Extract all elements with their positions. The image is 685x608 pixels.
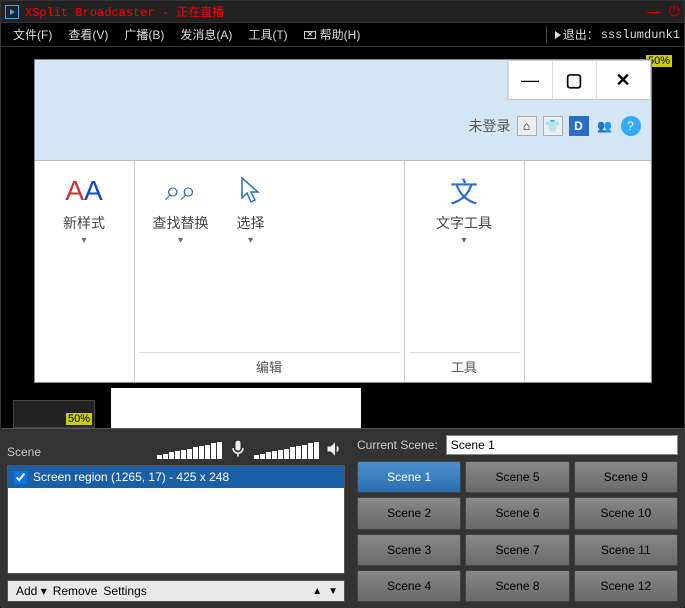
move-down-button[interactable]: ▼ xyxy=(328,586,338,597)
captured-close-button[interactable]: ✕ xyxy=(596,61,650,99)
current-scene-label: Current Scene: xyxy=(357,438,438,452)
ribbon-select-button[interactable]: 选择 ▾ xyxy=(223,167,279,352)
user-icon[interactable]: 👥 xyxy=(595,116,615,136)
captured-max-button[interactable]: ▢ xyxy=(552,61,596,99)
exit-user: ssslumdunk1 xyxy=(601,28,680,42)
move-up-button[interactable]: ▲ xyxy=(312,586,322,597)
chevron-down-icon: ▾ xyxy=(461,235,466,246)
add-source-button[interactable]: Add ▾ xyxy=(14,582,49,600)
scene-button-12[interactable]: Scene 12 xyxy=(574,570,678,602)
ribbon-group-edit: 编辑 xyxy=(139,352,400,380)
close-button[interactable]: ⏻ xyxy=(669,3,680,20)
captured-titlebar: — ▢ ✕ xyxy=(507,60,651,100)
scene-button-4[interactable]: Scene 4 xyxy=(357,570,461,602)
captured-toolbar: 未登录 ⌂ 👕 D 👥 ? xyxy=(469,116,641,136)
ribbon-text-button[interactable]: 文 文字工具 ▾ xyxy=(409,167,520,352)
home-icon[interactable]: ⌂ xyxy=(517,116,537,136)
scene-button-5[interactable]: Scene 5 xyxy=(465,461,569,493)
source-item[interactable]: Screen region (1265, 17) - 425 x 248 xyxy=(8,466,344,488)
scene-button-8[interactable]: Scene 8 xyxy=(465,570,569,602)
scene-grid: Scene 1Scene 5Scene 9Scene 2Scene 6Scene… xyxy=(357,461,678,602)
chevron-down-icon: ▾ xyxy=(81,235,86,246)
scene-button-1[interactable]: Scene 1 xyxy=(357,461,461,493)
scenes-panel: Current Scene: Scene 1Scene 5Scene 9Scen… xyxy=(351,429,684,608)
sources-list[interactable]: Screen region (1265, 17) - 425 x 248 xyxy=(7,465,345,574)
exit-label: 退出： xyxy=(563,26,599,43)
mail-icon xyxy=(304,31,316,39)
source-settings-button[interactable]: Settings xyxy=(101,582,148,600)
speaker-icon[interactable] xyxy=(325,439,345,459)
window-title: XSplit Broadcaster - 正在直播 xyxy=(25,3,647,20)
menu-help-label: 帮助(H) xyxy=(320,26,361,43)
scene-button-6[interactable]: Scene 6 xyxy=(465,497,569,529)
thumbnail-strip: 50% xyxy=(13,400,95,428)
login-status[interactable]: 未登录 xyxy=(469,116,511,136)
scene-button-7[interactable]: Scene 7 xyxy=(465,534,569,566)
mic-meter[interactable] xyxy=(157,442,222,459)
menu-publish[interactable]: 发消息(A) xyxy=(172,24,240,45)
help-icon[interactable]: ? xyxy=(621,116,641,136)
ribbon-style-button[interactable]: AA 新样式 ▾ xyxy=(39,167,130,250)
speaker-meter[interactable] xyxy=(254,442,319,459)
sources-panel: Scene Screen region (1265, 17) - 425 x 2… xyxy=(1,429,351,608)
menubar: 文件(F) 查看(V) 广播(B) 发消息(A) 工具(T) 帮助(H) 退出：… xyxy=(1,23,684,47)
thumb-zoom: 50% xyxy=(66,413,92,425)
titlebar: XSplit Broadcaster - 正在直播 — ⏻ xyxy=(1,1,684,23)
source-actions: Add ▾ Remove Settings ▲ ▼ xyxy=(7,580,345,602)
controls-panel: Scene Screen region (1265, 17) - 425 x 2… xyxy=(1,428,684,608)
scene-button-3[interactable]: Scene 3 xyxy=(357,534,461,566)
app-icon xyxy=(5,5,19,19)
text-tool-icon: 文 xyxy=(450,171,478,211)
exit-arrow-icon xyxy=(555,31,561,39)
source-checkbox[interactable] xyxy=(14,471,27,484)
scene-button-10[interactable]: Scene 10 xyxy=(574,497,678,529)
ribbon-text-label: 文字工具 xyxy=(436,213,492,233)
audio-controls: Scene xyxy=(7,435,345,459)
menu-view[interactable]: 查看(V) xyxy=(60,24,116,45)
mic-icon[interactable] xyxy=(228,439,248,459)
ribbon-select-label: 选择 xyxy=(237,213,265,233)
preview-area[interactable]: 50% — ▢ ✕ 未登录 ⌂ 👕 D 👥 ? AA 新样式 ▾ xyxy=(1,47,684,428)
d-badge-icon[interactable]: D xyxy=(569,116,589,136)
captured-window[interactable]: — ▢ ✕ 未登录 ⌂ 👕 D 👥 ? AA 新样式 ▾ xyxy=(34,59,652,383)
ribbon-find-label: 查找替换 xyxy=(153,213,209,233)
remove-source-button[interactable]: Remove xyxy=(51,582,100,600)
menu-file[interactable]: 文件(F) xyxy=(5,24,60,45)
preview-thumbnail[interactable]: 50% xyxy=(13,400,95,428)
blank-region[interactable] xyxy=(111,388,361,428)
scene-button-9[interactable]: Scene 9 xyxy=(574,461,678,493)
ribbon-find-button[interactable]: ⌕⌕ 查找替换 ▾ xyxy=(139,167,223,352)
menu-tools[interactable]: 工具(T) xyxy=(240,24,295,45)
current-scene-input[interactable] xyxy=(446,435,678,455)
menu-broadcast[interactable]: 广播(B) xyxy=(116,24,172,45)
menu-help[interactable]: 帮助(H) xyxy=(296,24,369,45)
style-icon: AA xyxy=(65,171,102,211)
cursor-icon xyxy=(238,171,264,211)
shirt-icon[interactable]: 👕 xyxy=(543,116,563,136)
ribbon-group-tools: 工具 xyxy=(409,352,520,380)
chevron-down-icon: ▾ xyxy=(178,235,183,246)
scene-button-2[interactable]: Scene 2 xyxy=(357,497,461,529)
ribbon-style-label: 新样式 xyxy=(63,213,105,233)
scene-section-label: Scene xyxy=(7,445,41,459)
menu-exit[interactable]: 退出： ssslumdunk1 xyxy=(546,26,680,43)
captured-ribbon: AA 新样式 ▾ ⌕⌕ 查找替换 ▾ 选择 xyxy=(35,160,651,382)
chevron-down-icon: ▾ xyxy=(248,235,253,246)
binoculars-icon: ⌕⌕ xyxy=(165,171,196,211)
captured-min-button[interactable]: — xyxy=(508,61,552,99)
scene-button-11[interactable]: Scene 11 xyxy=(574,534,678,566)
source-label: Screen region (1265, 17) - 425 x 248 xyxy=(33,470,229,484)
minimize-button[interactable]: — xyxy=(647,3,661,20)
